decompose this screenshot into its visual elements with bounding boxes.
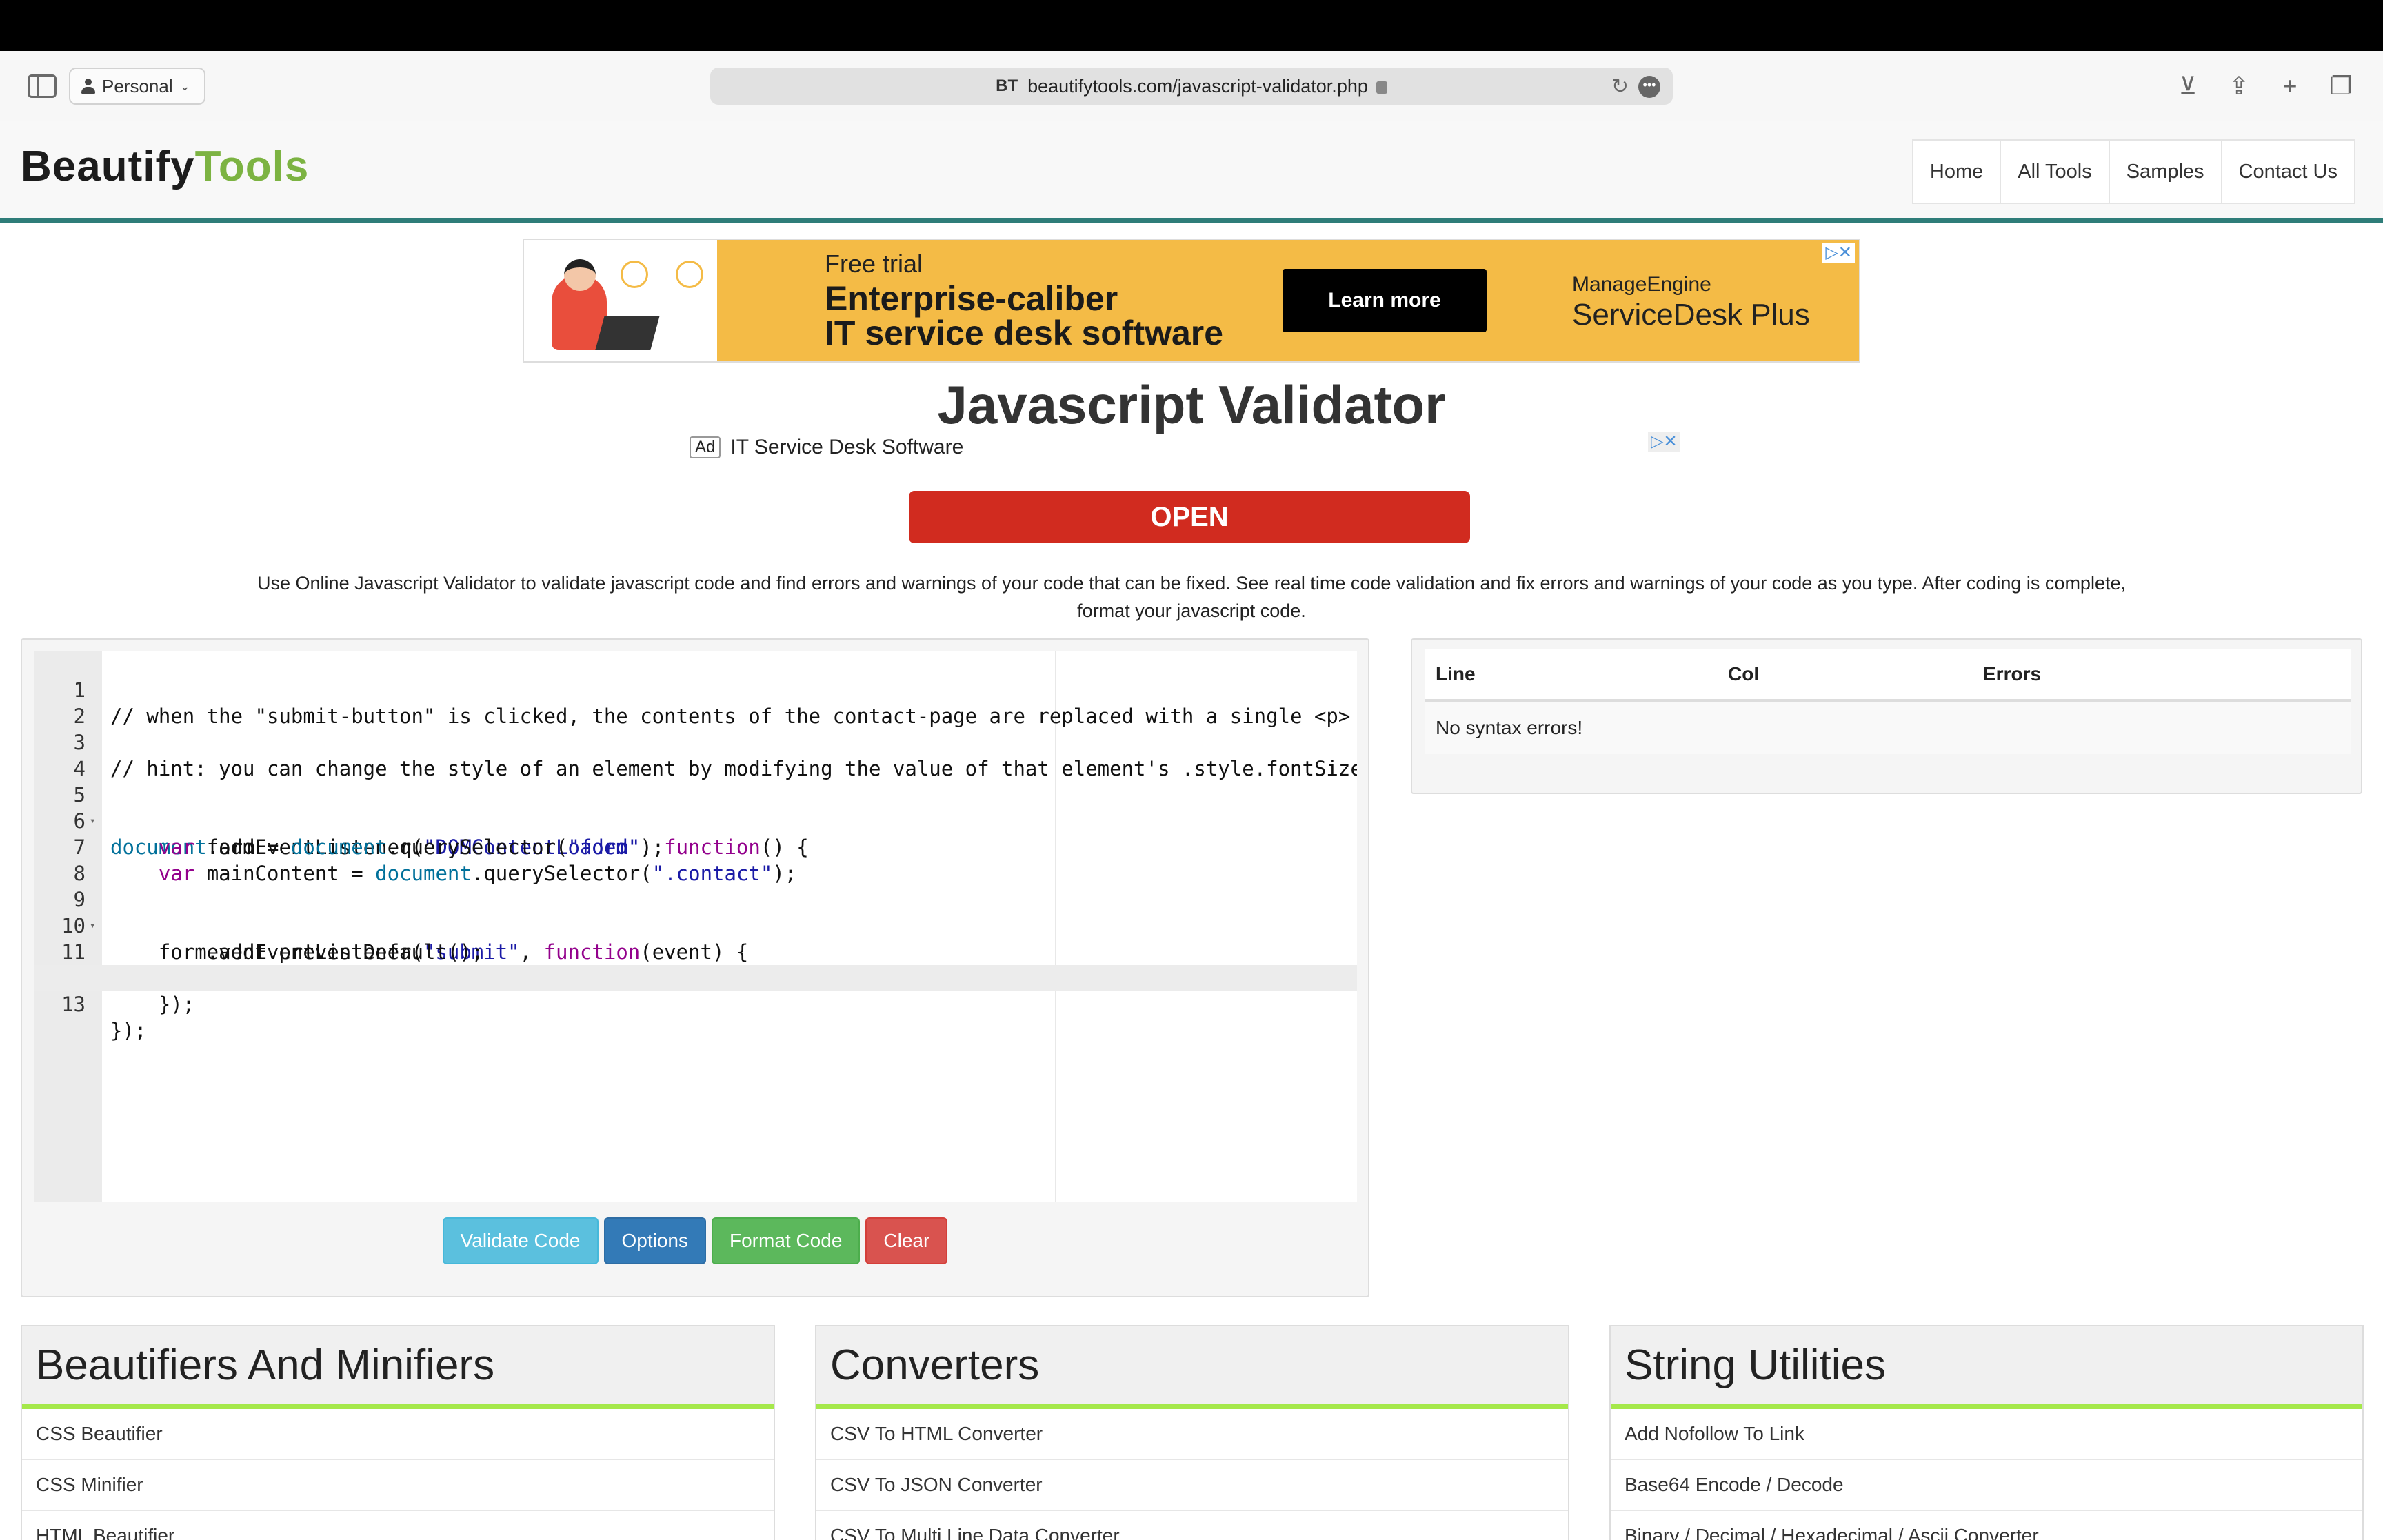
ad-badge: Ad: [690, 436, 721, 458]
share-icon[interactable]: ⇪: [2223, 70, 2255, 102]
person-icon: [80, 78, 97, 94]
ad-choices-close-icon-2[interactable]: ▷✕: [1648, 432, 1680, 452]
code-line: 6 var form = document.querySelector("for…: [34, 782, 1357, 859]
profile-label: Personal: [102, 75, 173, 97]
site-favicon: BT: [996, 77, 1018, 95]
category-string-utilities: String Utilities Add Nofollow To Link Ba…: [1609, 1325, 2364, 1540]
nav-home[interactable]: Home: [1911, 139, 2002, 204]
code-line: 1 // when the "submit-button" is clicked…: [34, 651, 1357, 728]
category-title: Beautifiers And Minifiers: [22, 1326, 774, 1409]
code-line: 4: [34, 729, 1357, 780]
chevron-down-icon: ⌄: [179, 79, 190, 93]
category-beautifiers: Beautifiers And Minifiers CSS Beautifier…: [21, 1325, 775, 1540]
ad-brand-big: ServiceDesk Plus: [1572, 298, 1810, 332]
ad-headline-line1: Enterprise-caliber: [825, 279, 1118, 318]
category-link[interactable]: CSS Beautifier: [22, 1409, 774, 1460]
sidebar-toggle-icon[interactable]: [28, 74, 57, 98]
errors-table-header: Line Col Errors: [1425, 649, 2351, 702]
format-code-button[interactable]: Format Code: [712, 1217, 861, 1264]
page-description: Use Online Javascript Validator to valid…: [257, 573, 2126, 621]
ad-person-head: [564, 259, 596, 291]
code-line: 3 // hint: you can change the style of a…: [34, 703, 1357, 780]
ad-text: IT Service Desk Software: [730, 436, 964, 458]
ad-bulb-icon: [621, 261, 648, 288]
code-line: 10 event.preventDefault();: [34, 886, 1357, 964]
ad-headline-line2: IT service desk software: [825, 314, 1224, 352]
ad-illustration: [524, 240, 717, 361]
logo-text-primary: Beautify: [21, 143, 195, 190]
logo-text-accent: Tools: [194, 143, 310, 190]
col-col-header: Col: [1728, 663, 1760, 685]
options-button[interactable]: Options: [603, 1217, 706, 1264]
code-line: 5 ▾ document.addEventListener("DOMConten…: [34, 756, 1357, 859]
reload-icon[interactable]: ↻: [1611, 74, 1629, 99]
page-title: Javascript Validator: [937, 374, 1446, 435]
download-icon[interactable]: ⊻: [2172, 70, 2204, 102]
address-bar[interactable]: BT beautifytools.com/javascript-validato…: [710, 68, 1673, 105]
ad-brand-small: ManageEngine: [1572, 273, 1711, 296]
profile-button[interactable]: Personal ⌄: [69, 68, 205, 105]
ad-headline: Enterprise-caliber IT service desk softw…: [825, 281, 1223, 350]
errors-table: Line Col Errors No syntax errors!: [1425, 649, 2351, 754]
nav-all-tools[interactable]: All Tools: [2000, 139, 2110, 204]
ad-open-button[interactable]: OPEN: [909, 491, 1470, 543]
category-title: String Utilities: [1611, 1326, 2362, 1409]
code-line: 11 mainContent.innerHTML = "<h2>Thank yo…: [34, 913, 1357, 990]
code-editor[interactable]: 1 // when the "submit-button" is clicked…: [34, 651, 1357, 1202]
category-link[interactable]: Binary / Decimal / Hexadecimal / Ascii C…: [1611, 1511, 2362, 1540]
line-number: 13: [61, 993, 86, 1016]
code-line: 2: [34, 677, 1357, 728]
browser-toolbar: Personal ⌄ BT beautifytools.com/javascri…: [0, 51, 2383, 121]
category-link[interactable]: CSS Minifier: [22, 1460, 774, 1511]
code-line-active: 13 });: [34, 965, 1357, 1042]
ad-banner[interactable]: Free trial Enterprise-caliber IT service…: [523, 239, 1860, 363]
ad-choices-close-icon[interactable]: ▷✕: [1822, 243, 1855, 263]
lock-icon: [1376, 81, 1387, 94]
editor-panel: 1 // when the "submit-button" is clicked…: [21, 638, 1369, 1297]
category-link[interactable]: Add Nofollow To Link: [1611, 1409, 2362, 1460]
category-link[interactable]: CSV To Multi Line Data Converter: [816, 1511, 1568, 1540]
tab-overview-icon[interactable]: ❐: [2325, 70, 2357, 102]
ad-learn-more-button[interactable]: Learn more: [1283, 269, 1487, 332]
category-link[interactable]: CSV To JSON Converter: [816, 1460, 1568, 1511]
nav-samples[interactable]: Samples: [2108, 139, 2222, 204]
code-line: 8: [34, 834, 1357, 885]
url-text: beautifytools.com/javascript-validator.p…: [1027, 75, 1368, 97]
menu-bar: [0, 0, 2383, 51]
site-header: BeautifyTools Home All Tools Samples Con…: [0, 121, 2383, 223]
more-icon[interactable]: •••: [1638, 76, 1660, 98]
ad-free-trial: Free trial: [825, 250, 923, 278]
text-ad[interactable]: Ad IT Service Desk Software: [690, 436, 963, 459]
nav-contact-us[interactable]: Contact Us: [2220, 139, 2355, 204]
ad-chart-icon: [676, 261, 703, 288]
category-title: Converters: [816, 1326, 1568, 1409]
category-link[interactable]: HTML Beautifier: [22, 1511, 774, 1540]
validate-code-button[interactable]: Validate Code: [442, 1217, 599, 1264]
editor-button-row: Validate Code Options Format Code Clear: [22, 1217, 1368, 1264]
errors-panel: Line Col Errors No syntax errors!: [1411, 638, 2362, 794]
code-line: 7 var mainContent = document.querySelect…: [34, 808, 1357, 885]
main-nav: Home All Tools Samples Contact Us: [1911, 139, 2355, 204]
ad-laptop-shape: [595, 316, 660, 350]
errors-table-row: No syntax errors!: [1425, 702, 2351, 754]
site-logo[interactable]: BeautifyTools: [21, 142, 309, 191]
new-tab-icon[interactable]: +: [2274, 70, 2306, 102]
col-line-header: Line: [1436, 663, 1476, 685]
category-link[interactable]: Base64 Encode / Decode: [1611, 1460, 2362, 1511]
category-link[interactable]: CSV To HTML Converter: [816, 1409, 1568, 1460]
clear-button[interactable]: Clear: [865, 1217, 948, 1264]
col-errors-header: Errors: [1983, 663, 2042, 685]
category-converters: Converters CSV To HTML Converter CSV To …: [815, 1325, 1569, 1540]
code-line: 9 ▾ form.addEventListener("submit", func…: [34, 860, 1357, 964]
code-line: 12 });: [34, 939, 1357, 1016]
